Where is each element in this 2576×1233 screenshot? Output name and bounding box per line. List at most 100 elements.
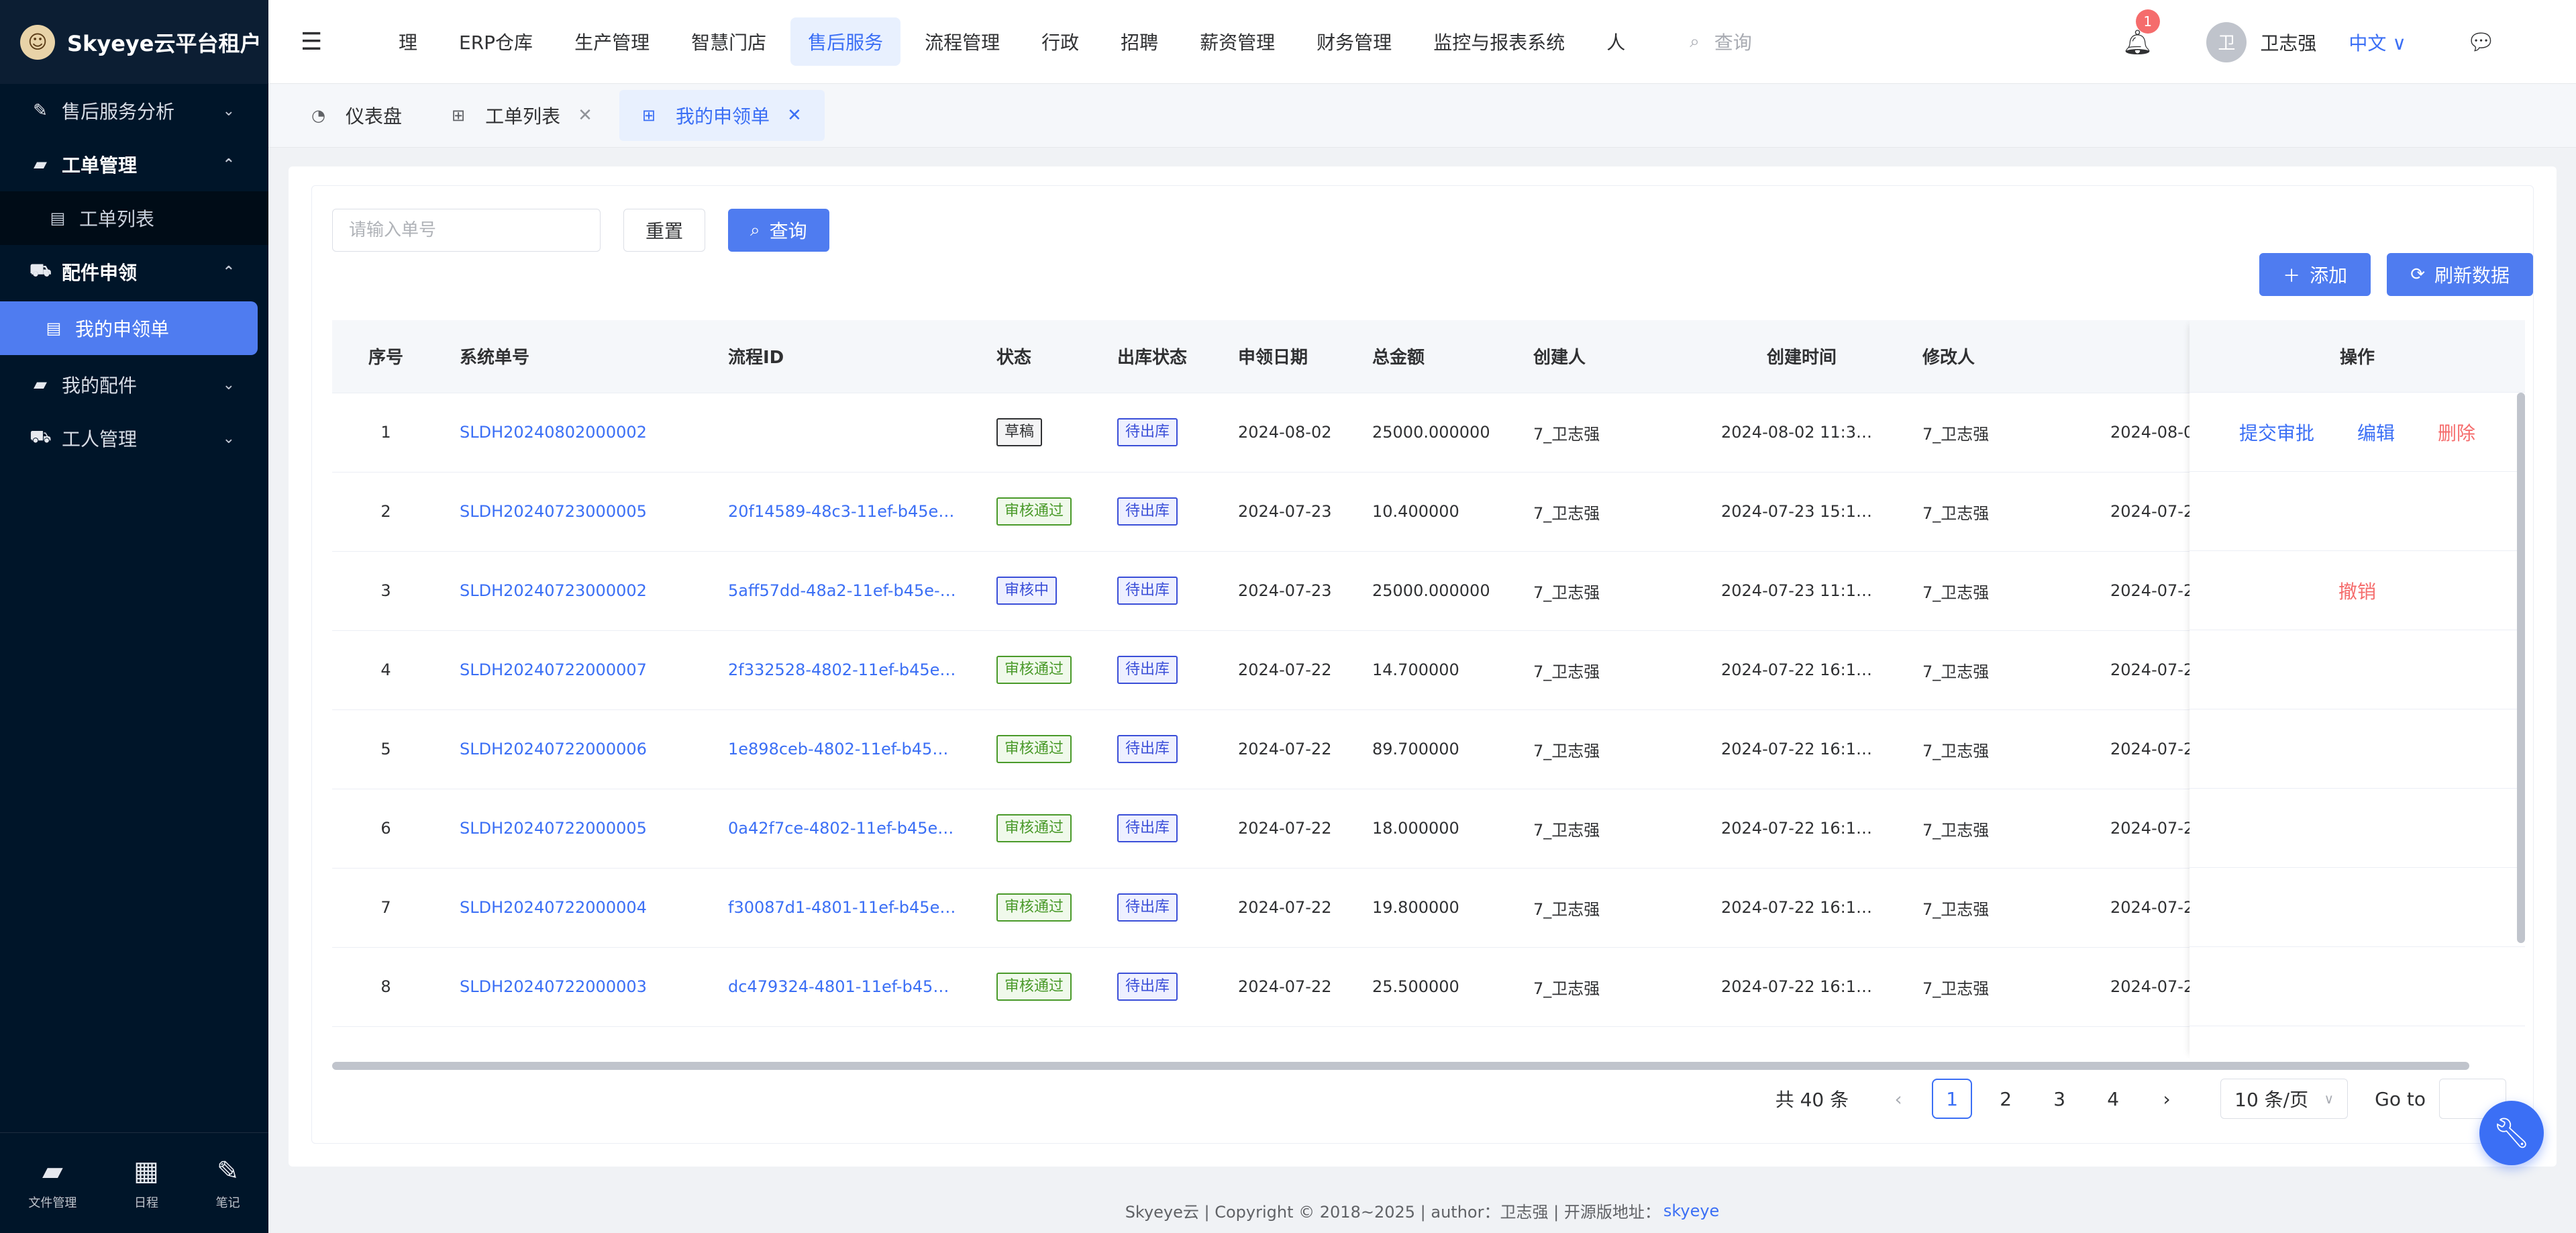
search-button-label: 查询	[769, 220, 807, 242]
top-nav-item[interactable]: 人	[1589, 17, 1643, 66]
operation-link[interactable]: 删除	[2438, 419, 2475, 446]
column-header: 修改人	[1902, 320, 2090, 393]
global-search[interactable]: ⌕ 查询	[1690, 28, 1752, 55]
avatar[interactable]: 卫	[2206, 21, 2247, 62]
sidebar-item[interactable]: ▰ 工单管理 ⌃	[0, 138, 268, 191]
status-badge: 审核中	[996, 577, 1058, 605]
top-nav-item[interactable]: 监控与报表系统	[1416, 17, 1582, 66]
sidebar-item[interactable]: ▤ 我的申领单	[0, 301, 258, 355]
top-nav-item[interactable]: 售后服务	[790, 17, 901, 66]
page-size-select[interactable]: 10 条/页 ∨	[2220, 1079, 2349, 1119]
table-cell: 5	[332, 709, 440, 789]
table-cell[interactable]: SLDH20240723000005	[440, 472, 708, 552]
page-number-button[interactable]: 1	[1932, 1079, 1973, 1119]
operation-link[interactable]: 编辑	[2357, 419, 2395, 446]
table-cell[interactable]: SLDH20240802000002	[440, 393, 708, 473]
dock-item[interactable]: ▦ 日程	[134, 1156, 159, 1211]
table-cell: 审核通过	[976, 472, 1097, 552]
cart-icon: ⛟	[30, 427, 52, 447]
horizontal-scrollbar[interactable]	[332, 1062, 2469, 1070]
tab-item[interactable]: ⊞ 工单列表 ✕	[429, 90, 615, 141]
dock-item[interactable]: ▰ 文件管理	[28, 1156, 76, 1211]
sidebar-item[interactable]: ✎ 售后服务分析 ⌄	[0, 84, 268, 138]
table-cell[interactable]: 0a42f7ce-4802-11ef-b45e-000c29a6b4e3	[708, 789, 976, 869]
table-cell[interactable]: SLDH20240722000006	[440, 709, 708, 789]
table-cell[interactable]: f30087d1-4801-11ef-b45e-000c29a6b4e3	[708, 868, 976, 948]
vertical-scrollbar[interactable]	[2517, 393, 2525, 943]
chevron-up-icon: ⌃	[222, 263, 235, 281]
order-number-input[interactable]	[332, 209, 601, 252]
operations-row	[2189, 947, 2525, 1026]
page-number-button[interactable]: 3	[2039, 1079, 2079, 1119]
top-nav-item[interactable]: ERP仓库	[442, 17, 550, 66]
language-select[interactable]: 中文 ∨	[2349, 29, 2406, 56]
table-cell: 审核中	[976, 551, 1097, 631]
close-icon[interactable]: ✕	[787, 105, 802, 126]
operations-row: 提交审批 编辑 删除	[2189, 393, 2525, 472]
tab-item[interactable]: ◔ 仪表盘	[289, 90, 425, 141]
table-cell[interactable]: 20f14589-48c3-11ef-b45e-000c29a6b4e3	[708, 472, 976, 552]
prev-page-button[interactable]: ‹	[1878, 1079, 1918, 1119]
top-nav-item[interactable]: 理	[381, 17, 435, 66]
top-nav-item[interactable]: 招聘	[1103, 17, 1176, 66]
refresh-icon: ⟳	[2410, 264, 2425, 285]
filter-bar: 重置 ⌕ 查询	[332, 209, 829, 252]
table-cell: 7_卫志强	[1902, 789, 2090, 869]
add-button[interactable]: ＋ 添加	[2259, 253, 2371, 296]
table-cell[interactable]: SLDH20240722000005	[440, 789, 708, 869]
top-nav-item[interactable]: 生产管理	[557, 17, 667, 66]
stock-status-badge: 待出库	[1117, 814, 1178, 842]
side-menu: ✎ 售后服务分析 ⌄ ▰ 工单管理 ⌃ ▤ 工单列表 ⛟ 配件申领 ⌃ ▤ 我的申领单 ▰ 我的配件 ⌄ ⛟ 工人…	[0, 84, 268, 465]
user-name[interactable]: 卫志强	[2260, 29, 2316, 56]
notification-badge: 1	[2135, 9, 2160, 34]
top-nav-item[interactable]: 智慧门店	[674, 17, 784, 66]
menu-collapse-icon[interactable]: ☰	[301, 28, 341, 56]
sidebar-item[interactable]: ▤ 工单列表	[0, 191, 268, 245]
reset-button[interactable]: 重置	[623, 209, 706, 252]
sidebar-item-label: 售后服务分析	[62, 101, 175, 123]
top-nav-item[interactable]: 薪资管理	[1182, 17, 1292, 66]
page-number-button[interactable]: 4	[2093, 1079, 2133, 1119]
table-cell[interactable]: 1e898ceb-4802-11ef-b45e-000c29a6b4e3	[708, 709, 976, 789]
operation-link[interactable]: 撤销	[2338, 577, 2376, 604]
table-cell[interactable]	[708, 393, 976, 473]
dock-item-label: 笔记	[215, 1195, 240, 1210]
bell-icon[interactable]: 🔔︎ 1	[2122, 9, 2160, 56]
status-badge: 审核通过	[996, 497, 1072, 526]
table-cell[interactable]: dc479324-4801-11ef-b45e-000c29a6b4e3	[708, 947, 976, 1027]
next-page-button[interactable]: ›	[2147, 1079, 2187, 1119]
table-cell[interactable]: SLDH20240722000003	[440, 947, 708, 1027]
search-button[interactable]: ⌕ 查询	[728, 209, 829, 252]
stock-status-badge: 待出库	[1117, 577, 1178, 605]
brand[interactable]: ☺ Skyeye云平台租户	[0, 0, 268, 84]
page-number-button[interactable]: 2	[1986, 1079, 2026, 1119]
table-cell: 2024-07-22	[1218, 947, 1352, 1027]
refresh-button[interactable]: ⟳ 刷新数据	[2387, 253, 2533, 296]
table-cell: 审核通过	[976, 868, 1097, 948]
sidebar-item[interactable]: ⛟ 配件申领 ⌃	[0, 245, 268, 299]
table-cell[interactable]: SLDH20240722000007	[440, 630, 708, 710]
table-cell[interactable]: 2f332528-4802-11ef-b45e-000c29a6b4e3	[708, 630, 976, 710]
status-badge: 审核通过	[996, 973, 1072, 1001]
table-cell[interactable]: SLDH20240723000002	[440, 551, 708, 631]
chat-icon[interactable]: 💬︎	[2467, 29, 2495, 56]
wrench-icon[interactable]: 🔧︎	[2479, 1101, 2544, 1165]
top-nav-item[interactable]: 流程管理	[907, 17, 1017, 66]
page-tabs: ◔ 仪表盘 ⊞ 工单列表 ✕ ⊞ 我的申领单 ✕	[268, 84, 2576, 148]
tab-item[interactable]: ⊞ 我的申领单 ✕	[619, 90, 825, 141]
close-icon[interactable]: ✕	[578, 105, 593, 126]
footer-link[interactable]: skyeye	[1663, 1201, 1719, 1220]
table-cell[interactable]: 5aff57dd-48a2-11ef-b45e-000c29a6b4e3	[708, 551, 976, 631]
operation-link[interactable]: 提交审批	[2239, 419, 2314, 446]
sidebar-item[interactable]: ▰ 我的配件 ⌄	[0, 358, 268, 411]
table-cell[interactable]: SLDH20240722000004	[440, 868, 708, 948]
column-header: 出库状态	[1097, 320, 1218, 393]
tab-label: 仪表盘	[345, 105, 402, 128]
top-nav-item[interactable]: 行政	[1024, 17, 1096, 66]
top-nav-item[interactable]: 财务管理	[1299, 17, 1409, 66]
table-cell: 7_卫志强	[1513, 868, 1701, 948]
sidebar-item-label: 工单列表	[79, 208, 155, 230]
sidebar-item[interactable]: ⛟ 工人管理 ⌄	[0, 411, 268, 465]
dock-item[interactable]: ✎ 笔记	[216, 1156, 240, 1211]
table-cell: 7_卫志强	[1513, 472, 1701, 552]
